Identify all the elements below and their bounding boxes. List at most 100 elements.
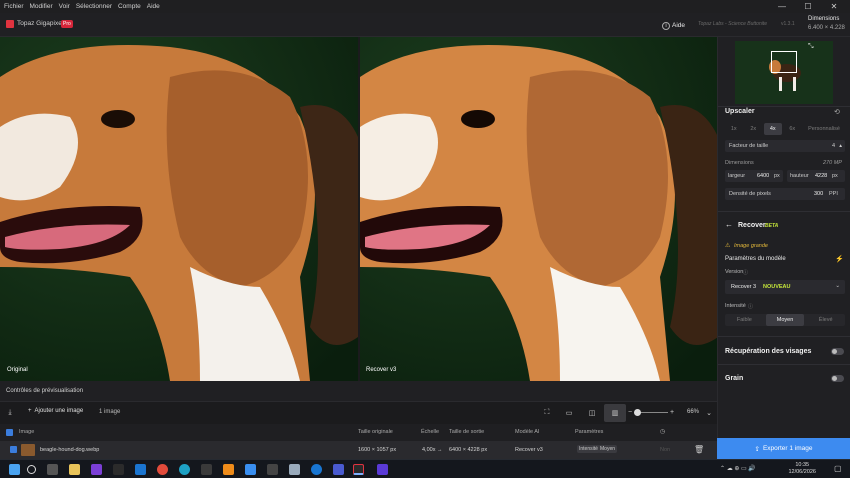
windows-start-icon[interactable] (9, 464, 20, 475)
chevron-down-icon[interactable]: ⌄ (704, 406, 714, 419)
pro-badge: Pro (61, 20, 73, 28)
col-original-size[interactable]: Taille originale (358, 429, 393, 435)
fit-screen-icon[interactable]: ⛶ (540, 406, 554, 419)
export-button[interactable]: ⇪ Exporter 1 image (717, 438, 850, 459)
chevron-down-icon: ⌄ (835, 283, 840, 289)
zoom-slider-handle[interactable] (634, 409, 641, 416)
warning-text: Image grande (734, 243, 768, 249)
notification-icon[interactable]: ▢ (834, 464, 842, 473)
intensity-selector: Faible Moyen Élevé (725, 314, 845, 326)
minimize-button[interactable]: — (770, 0, 794, 13)
density-field[interactable]: Densité de pixels 300 PPI (725, 188, 845, 200)
collapse-icon[interactable]: ⤡ (808, 43, 814, 51)
download-icon[interactable]: ⤓ (4, 406, 16, 419)
close-window-button[interactable]: ✕ (822, 0, 846, 13)
scale-4x[interactable]: 4x (764, 123, 782, 135)
search-icon[interactable] (27, 465, 36, 474)
table-row[interactable]: beagle-hound-dog.webp 1600 × 1057 px 4,0… (0, 441, 717, 459)
app-icon-9[interactable] (377, 464, 388, 475)
intensity-low[interactable]: Faible (725, 314, 764, 326)
menu-file[interactable]: Fichier (4, 3, 24, 10)
task-view-icon[interactable] (47, 464, 58, 475)
app-icon-2[interactable] (113, 464, 124, 475)
maximize-button[interactable]: ☐ (796, 0, 820, 13)
density-unit: PPI (829, 191, 838, 197)
beta-badge: BETA (765, 223, 779, 229)
image-count: 1 image (99, 409, 121, 415)
scale-6x[interactable]: 6x (784, 123, 802, 135)
intensity-label: Intensité (725, 303, 746, 309)
col-scale[interactable]: Échelle (421, 429, 439, 435)
windows-taskbar: ⌃ ☁ ⊕ ▭ 🔊 10:35 12/06/2026 ▢ (0, 459, 850, 478)
width-field[interactable]: largeur 6400 px (725, 170, 783, 182)
scale-1x[interactable]: 1x (725, 123, 743, 135)
select-all-checkbox[interactable] (6, 429, 13, 436)
plus-icon: + (28, 408, 32, 414)
store-icon[interactable] (201, 464, 212, 475)
edge-icon[interactable] (179, 464, 190, 475)
back-arrow-icon[interactable]: ← (725, 220, 733, 229)
app-icon-7[interactable] (311, 464, 322, 475)
panel-divider (718, 106, 850, 107)
dimensions-label: Dimensions (725, 160, 754, 166)
file-explorer-icon[interactable] (69, 464, 80, 475)
intensity-info-icon[interactable]: ⓘ (748, 303, 753, 310)
split-view-icon[interactable]: ◫ (585, 406, 599, 419)
topaz-taskbar-icon[interactable] (353, 464, 364, 475)
original-preview[interactable]: Original (0, 37, 358, 381)
size-factor-field[interactable]: Facteur de taille 4 ▴ (725, 140, 845, 152)
app-icon-1[interactable] (91, 464, 102, 475)
face-recovery-toggle[interactable] (831, 348, 844, 355)
tray-icons[interactable]: ⌃ ☁ ⊕ ▭ 🔊 (720, 465, 756, 472)
width-value: 6400 (757, 173, 770, 179)
taskbar-clock[interactable]: 10:35 12/06/2026 (788, 462, 816, 476)
col-image[interactable]: Image (19, 429, 34, 435)
intensity-medium[interactable]: Moyen (765, 314, 805, 326)
height-value: 4228 (815, 173, 828, 179)
processed-preview[interactable]: Recover v3 (360, 37, 717, 381)
app-icon-4[interactable] (157, 464, 168, 475)
zoom-level[interactable]: 66% (687, 409, 699, 415)
height-unit: px (832, 173, 838, 179)
zoom-out-icon[interactable]: − (627, 406, 633, 419)
width-unit: px (774, 173, 780, 179)
add-image-label: Ajouter une image (34, 408, 84, 414)
menu-help[interactable]: Aide (147, 3, 160, 10)
settings-icon[interactable] (289, 464, 300, 475)
scale-2x[interactable]: 2x (745, 123, 763, 135)
grain-toggle[interactable] (831, 375, 844, 382)
vlc-icon[interactable] (223, 464, 234, 475)
crop-icon[interactable]: ⟲ (834, 108, 840, 116)
menu-select[interactable]: Sélectionner (76, 3, 112, 10)
version-value: Recover 3 (731, 284, 757, 290)
col-model[interactable]: Modèle AI (515, 429, 539, 435)
navigator-thumbnail[interactable] (735, 41, 833, 104)
app-icon-6[interactable] (267, 464, 278, 475)
zoom-in-icon[interactable]: + (669, 406, 675, 419)
help-button[interactable]: i Aide (662, 19, 690, 32)
menu-view[interactable]: Voir (59, 3, 70, 10)
menu-edit[interactable]: Modifier (30, 3, 53, 10)
app-icon-8[interactable] (333, 464, 344, 475)
viewport-frame[interactable] (771, 51, 797, 73)
app-icon-3[interactable] (135, 464, 146, 475)
version-info-icon[interactable]: ⓘ (743, 269, 748, 276)
row-checkbox[interactable] (10, 446, 17, 453)
col-params[interactable]: Paramètres (575, 429, 603, 435)
add-image-button[interactable]: + Ajouter une image (28, 408, 83, 414)
scale-custom[interactable]: Personnalisé (803, 123, 845, 135)
face-recovery-label: Récupération des visages (725, 348, 812, 355)
menu-account[interactable]: Compte (118, 3, 141, 10)
size-factor-value: 4 (831, 143, 835, 149)
trash-icon[interactable]: 🗑 (694, 445, 704, 454)
topaz-logo-icon (6, 20, 14, 28)
app-icon-5[interactable] (245, 464, 256, 475)
single-view-icon[interactable]: ▭ (562, 406, 576, 419)
version-dropdown[interactable]: Recover 3 NOUVEAU ⌄ (725, 280, 845, 294)
megapixels: 270 MP (823, 160, 842, 166)
preview-controls-header[interactable]: Contrôles de prévisualisation (0, 381, 717, 401)
intensity-high[interactable]: Élevé (806, 314, 845, 326)
height-field[interactable]: hauteur 4228 px (787, 170, 845, 182)
col-output-size[interactable]: Taille de sortie (449, 429, 484, 435)
preview-area[interactable]: Original Recover v3 (0, 37, 717, 381)
